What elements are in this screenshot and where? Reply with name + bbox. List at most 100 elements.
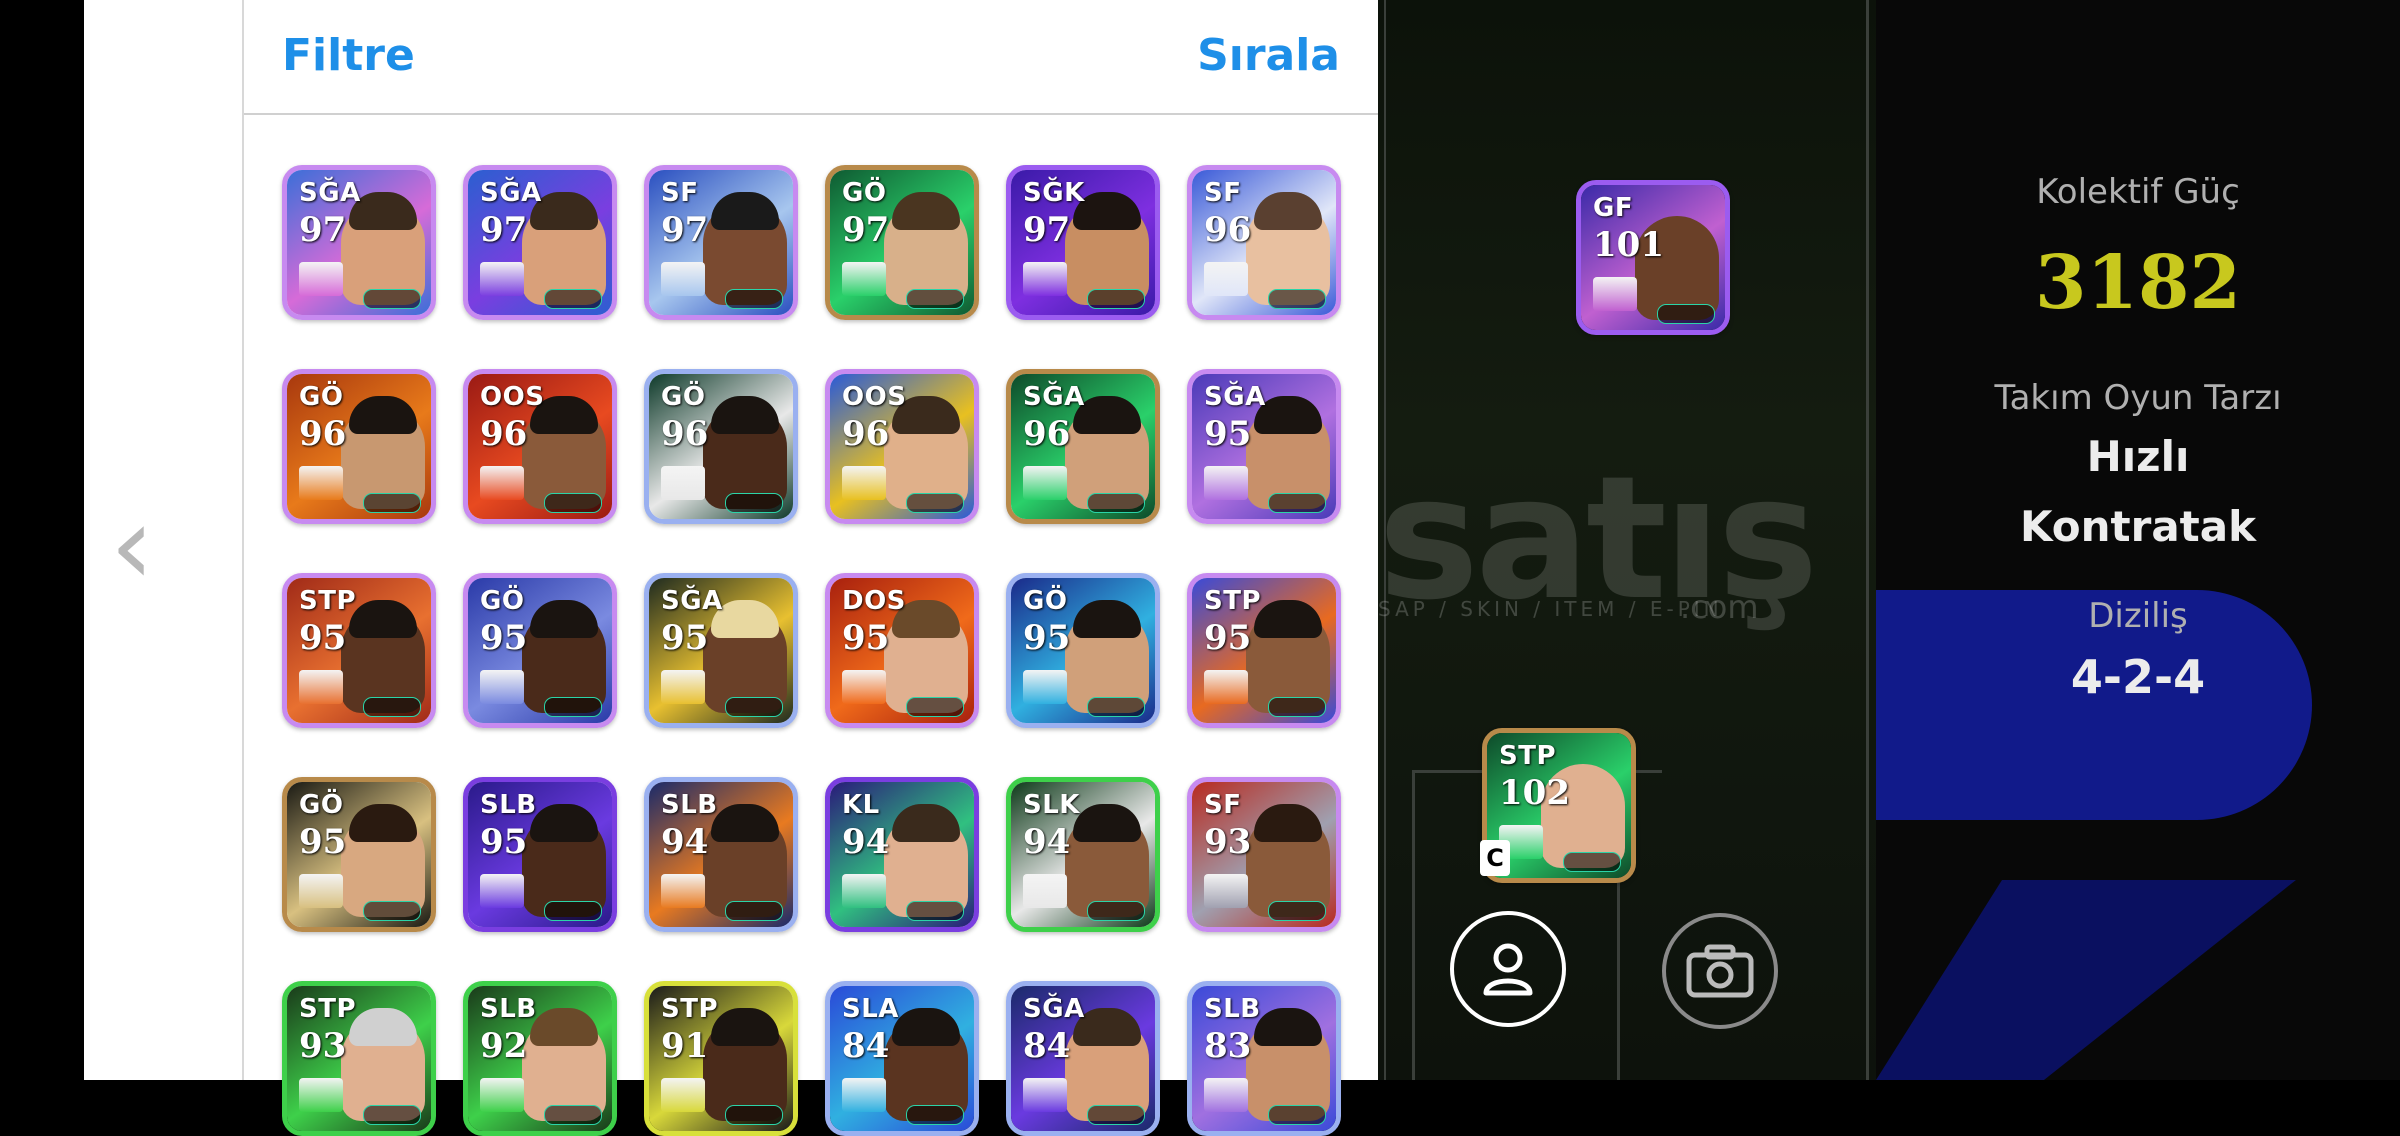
collective-power-value: 3182 [2035, 240, 2241, 326]
card-position: GÖ [299, 790, 344, 820]
card-rating: 96 [1204, 210, 1252, 250]
player-card[interactable]: GÖ 95 [282, 777, 436, 932]
skill-chips-icon [544, 493, 602, 513]
player-card[interactable]: SLA 84 [825, 981, 979, 1136]
sort-button[interactable]: Sırala [1197, 30, 1340, 81]
card-position: GÖ [480, 586, 525, 616]
team-badge-icon [299, 1078, 343, 1112]
player-card[interactable]: STP 93 [282, 981, 436, 1136]
card-rating: 95 [299, 822, 347, 862]
player-card[interactable]: STP 91 [644, 981, 798, 1136]
player-card[interactable]: SLK 94 [1006, 777, 1160, 932]
camera-icon [1686, 944, 1754, 998]
skill-chips-icon [1657, 304, 1715, 324]
player-card[interactable]: SĞA 95 [1187, 369, 1341, 524]
card-rating: 95 [1204, 618, 1252, 658]
card-rating: 95 [299, 618, 347, 658]
player-card[interactable]: SĞA 84 [1006, 981, 1160, 1136]
pitch-line [1412, 770, 1415, 1080]
player-card[interactable]: SLB 92 [463, 981, 617, 1136]
player-card[interactable]: OOS 96 [825, 369, 979, 524]
card-position: SĞA [1204, 382, 1266, 412]
player-card[interactable]: SLB 94 [644, 777, 798, 932]
team-badge-icon [661, 466, 705, 500]
card-rating: 94 [661, 822, 709, 862]
player-card[interactable]: KL 94 [825, 777, 979, 932]
player-card[interactable]: GF 101 [1576, 180, 1730, 335]
player-card[interactable]: SĞA 97 [463, 165, 617, 320]
team-badge-icon [1023, 670, 1067, 704]
player-card[interactable]: GÖ 95 [1006, 573, 1160, 728]
playstyle-value-line1: Hızlı [2086, 432, 2190, 481]
decorative-shape [1876, 880, 2296, 1080]
skill-chips-icon [544, 697, 602, 717]
left-margin [0, 0, 84, 1080]
player-card[interactable]: SF 96 [1187, 165, 1341, 320]
screenshot-button[interactable] [1662, 913, 1778, 1029]
watermark-domain: .com [1680, 588, 1759, 626]
card-rating: 95 [1023, 618, 1071, 658]
skill-chips-icon [363, 1105, 421, 1125]
card-rating: 91 [661, 1026, 709, 1066]
team-badge-icon [661, 1078, 705, 1112]
team-badge-icon [1204, 262, 1248, 296]
team-badge-icon [1023, 262, 1067, 296]
card-position: SĞA [1023, 994, 1085, 1024]
team-badge-icon [299, 874, 343, 908]
card-rating: 83 [1204, 1026, 1252, 1066]
player-card[interactable]: SF 97 [644, 165, 798, 320]
filter-button[interactable]: Filtre [282, 30, 415, 81]
card-position: SLK [1023, 790, 1080, 820]
card-position: KL [842, 790, 880, 820]
skill-chips-icon [725, 697, 783, 717]
person-icon [1483, 943, 1533, 996]
player-card[interactable]: SLB 95 [463, 777, 617, 932]
playstyle-label: Takım Oyun Tarzı [1994, 378, 2282, 418]
team-badge-icon [299, 466, 343, 500]
profile-button[interactable] [1450, 911, 1566, 1027]
player-card[interactable]: SĞK 97 [1006, 165, 1160, 320]
card-rating: 96 [842, 414, 890, 454]
skill-chips-icon [544, 1105, 602, 1125]
player-card[interactable]: STP 95 [1187, 573, 1341, 728]
card-rating: 101 [1593, 225, 1664, 265]
card-position: SLB [1204, 994, 1261, 1024]
card-position: SF [1204, 790, 1242, 820]
player-card[interactable]: GÖ 96 [282, 369, 436, 524]
card-rating: 96 [661, 414, 709, 454]
skill-chips-icon [1268, 697, 1326, 717]
skill-chips-icon [1268, 493, 1326, 513]
card-rating: 97 [480, 210, 528, 250]
skill-chips-icon [363, 289, 421, 309]
team-badge-icon [299, 670, 343, 704]
card-position: GÖ [661, 382, 706, 412]
card-rating: 95 [1204, 414, 1252, 454]
player-card[interactable]: SF 93 [1187, 777, 1341, 932]
player-card[interactable]: DOS 95 [825, 573, 979, 728]
player-card[interactable]: OOS 96 [463, 369, 617, 524]
team-badge-icon [480, 1078, 524, 1112]
skill-chips-icon [544, 901, 602, 921]
player-card[interactable]: SLB 83 [1187, 981, 1341, 1136]
team-badge-icon [842, 262, 886, 296]
card-position: OOS [480, 382, 545, 412]
team-badge-icon [842, 874, 886, 908]
card-position: SĞA [1023, 382, 1085, 412]
skill-chips-icon [906, 901, 964, 921]
player-card[interactable]: GÖ 95 [463, 573, 617, 728]
player-card[interactable]: GÖ 97 [825, 165, 979, 320]
card-rating: 95 [480, 822, 528, 862]
panel-header: Filtre Sırala [244, 0, 1378, 115]
player-card[interactable]: SĞA 95 [644, 573, 798, 728]
team-badge-icon [661, 262, 705, 296]
card-rating: 97 [1023, 210, 1071, 250]
player-card[interactable]: GÖ 96 [644, 369, 798, 524]
team-badge-icon [1023, 466, 1067, 500]
chevron-left-icon[interactable]: ‹ [102, 455, 162, 635]
card-position: SLB [480, 994, 537, 1024]
card-position: SĞK [1023, 178, 1085, 208]
team-badge-icon [661, 874, 705, 908]
player-card[interactable]: STP 95 [282, 573, 436, 728]
player-card[interactable]: SĞA 96 [1006, 369, 1160, 524]
player-card[interactable]: SĞA 97 [282, 165, 436, 320]
